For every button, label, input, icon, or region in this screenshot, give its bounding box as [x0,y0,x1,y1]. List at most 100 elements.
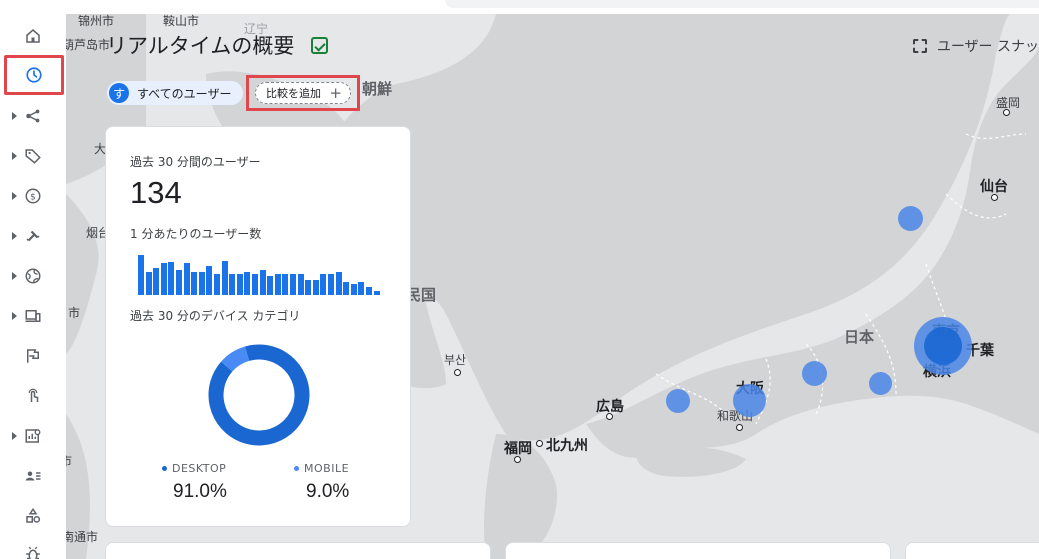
map-label-fukuoka: 福岡 [504,440,532,456]
map-label-nantong: 南通市 [66,530,99,544]
per-minute-bar[interactable] [229,274,236,295]
per-minute-bar[interactable] [320,274,327,295]
nav-conversions[interactable] [8,378,58,414]
user-dot-okayama[interactable] [666,389,690,413]
realtime-summary-card: 過去 30 分間のユーザー 134 1 分あたりのユーザー数 過去 30 分のデ… [105,126,411,527]
realtime-clock-icon [26,67,42,83]
map-label-anshan: 鞍山市 [163,14,200,28]
per-minute-bar-chart[interactable] [138,255,382,295]
per-minute-bar[interactable] [236,274,243,295]
all-users-chip[interactable]: す すべてのユーザー [107,81,244,105]
shapes-icon [26,507,41,523]
user-dot-osaka[interactable] [733,384,766,417]
nav-events[interactable] [8,338,58,374]
nav-engagement[interactable] [8,138,58,174]
page-title: リアルタイムの概要 [106,35,295,58]
per-minute-bar[interactable] [312,280,319,295]
per-minute-bar[interactable] [297,274,304,295]
map-label-japan: 日本 [844,329,875,346]
map-label-weihai: 市 [66,454,73,468]
bug-icon [26,546,40,559]
per-minute-bar[interactable] [145,272,152,295]
add-comparison-highlight: 比較を追加 + [246,75,360,111]
per-minute-bar[interactable] [160,263,167,295]
svg-text:$: $ [30,192,36,202]
per-minute-bar[interactable] [282,274,289,295]
device-category-label: 過去 30 分のデバイス カテゴリ [130,309,301,323]
map-city-sendai [991,194,998,201]
nav-demographics[interactable] [8,258,58,294]
nav-library[interactable] [8,498,58,534]
per-minute-bar[interactable] [168,262,175,295]
map-city-wakayama [736,424,743,431]
user-dot-tokyo-core [924,327,962,365]
comparison-avatar: す [109,83,129,103]
per-minute-bar[interactable] [350,284,357,295]
legend-desktop-label: DESKTOP [172,462,227,475]
per-minute-bar[interactable] [153,268,160,295]
per-minute-bar[interactable] [267,276,274,295]
snapshot-icon [912,39,927,53]
legend-mobile-label: MOBILE [304,462,350,475]
mobile-pct: 9.0% [306,481,350,502]
nav-debug[interactable] [8,536,58,559]
legend-mobile: MOBILE [294,462,349,475]
expand-caret-icon [12,192,17,200]
per-minute-bar[interactable] [221,261,228,295]
top-bar [0,0,1039,14]
per-minute-bar[interactable] [244,272,251,295]
tag-icon [25,149,41,164]
left-nav: $ [0,14,66,559]
per-minute-bar[interactable] [305,280,312,295]
donut-slice-mobile[interactable] [221,346,250,372]
nav-acquisition[interactable] [8,98,58,134]
per-minute-bar[interactable] [206,266,213,295]
add-comparison-button[interactable]: 比較を追加 + [255,82,351,104]
expand-caret-icon [12,312,17,320]
per-minute-bar[interactable] [214,274,220,295]
map-city-busan [454,369,461,376]
map-label-jinzhou: 锦州市 [78,14,115,28]
per-minute-bar[interactable] [252,274,258,295]
nav-explore[interactable] [8,418,58,454]
per-minute-bar[interactable] [328,274,334,295]
expand-caret-icon [12,272,17,280]
per-minute-bar[interactable] [274,274,281,295]
per-minute-bar[interactable] [259,270,266,295]
nav-realtime[interactable] [4,55,64,95]
per-minute-bar[interactable] [183,263,190,295]
per-minute-bar[interactable] [335,272,342,295]
magnet-icon [26,230,40,242]
per-minute-bar[interactable] [176,270,182,295]
map-label-west-city: 市 [68,306,81,320]
explore-icon [25,429,41,443]
plus-icon: + [329,84,342,102]
verified-check-icon[interactable] [311,37,328,54]
nav-monetization[interactable]: $ [8,178,58,214]
per-minute-bar[interactable] [373,291,380,295]
per-minute-bar[interactable] [366,287,372,295]
search-bar-edge[interactable] [445,0,1039,8]
device-donut-chart[interactable] [206,342,312,448]
per-minute-bar[interactable] [343,282,350,295]
nav-tech[interactable] [8,298,58,334]
map-label-north-korea: 朝鮮 [362,81,393,98]
users-30min-label: 過去 30 分間のユーザー [130,155,261,169]
nav-retention[interactable] [8,218,58,254]
users-30min-value: 134 [130,175,182,210]
per-minute-bar[interactable] [358,282,365,295]
nav-home[interactable] [8,18,58,54]
expand-caret-icon [12,152,17,160]
touch-icon [28,388,39,402]
user-dot-nagoya[interactable] [802,361,827,386]
map-city-kitakyushu [536,440,543,447]
user-snapshot-button[interactable]: ユーザー スナッ [912,36,1039,56]
per-minute-bar[interactable] [138,255,144,295]
user-dot-niigata[interactable] [898,206,923,231]
nav-audiences[interactable] [8,458,58,494]
per-minute-bar[interactable] [290,274,296,295]
per-minute-bar[interactable] [191,272,198,295]
per-minute-bar[interactable] [198,272,205,295]
user-dot-shizuoka[interactable] [869,372,892,395]
bottom-card-3 [905,542,1039,559]
